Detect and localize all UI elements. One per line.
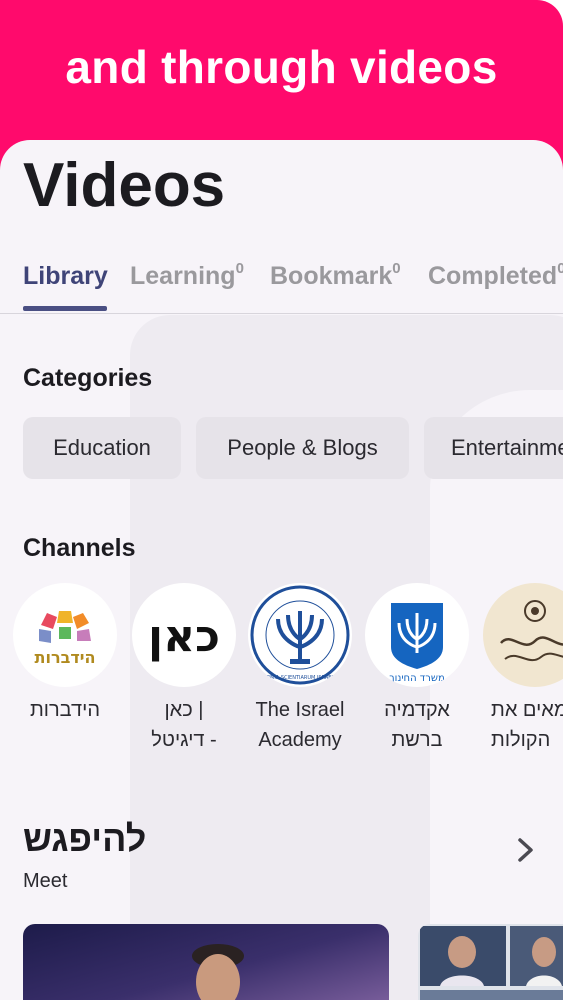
channel-logo: כאן <box>132 583 236 687</box>
ministry-emblem-icon: משרד החינוך <box>389 603 445 684</box>
tab-learning[interactable]: Learning0 <box>130 260 244 291</box>
divider <box>0 313 563 314</box>
categories-title: Categories <box>23 364 153 392</box>
tab-count: 0 <box>392 260 401 277</box>
hidabroot-logo-icon: הידברות <box>35 611 96 667</box>
channel-logo <box>483 583 563 687</box>
academy-logo-text: ACADEMIA SCIENTIARUM ISRAELITICA <box>253 675 348 681</box>
chevron-right-icon[interactable] <box>510 835 540 865</box>
page-title: Videos <box>23 151 226 220</box>
category-chip-entertainment[interactable]: Entertainment <box>424 417 563 479</box>
kan-logo-text: כאן <box>148 611 220 662</box>
ministry-logo-text: משרד החינוך <box>389 673 445 684</box>
channel-name: The Israel Academy <box>255 699 345 751</box>
kan-logo-icon: כאן <box>148 611 220 662</box>
videos-screen: Videos Library Learning0 Bookmark0 Compl… <box>0 140 563 1000</box>
video-thumbnail[interactable] <box>418 924 563 1000</box>
channel-item[interactable]: הידברות הידברות <box>13 583 117 725</box>
section-title-meet: להיפגש <box>23 818 147 859</box>
tab-bookmark[interactable]: Bookmark0 <box>270 260 401 291</box>
channel-name: מאים את הקולות <box>491 699 563 751</box>
category-chip-people-blogs[interactable]: People & Blogs <box>196 417 409 479</box>
channel-item[interactable]: מאים את הקולות <box>483 583 563 755</box>
tab-library[interactable]: Library <box>23 262 108 291</box>
active-tab-indicator <box>23 306 107 311</box>
channel-name: אקדמיה ברשת <box>384 699 450 751</box>
channel-item[interactable]: משרד החינוך אקדמיה ברשת <box>365 583 469 755</box>
channel-name: הידברות <box>29 699 101 721</box>
ornament-logo-icon <box>500 600 563 662</box>
section-subtitle-meet: Meet <box>23 870 68 892</box>
channel-logo: הידברות <box>13 583 117 687</box>
banner-text: and through videos <box>65 41 498 93</box>
tab-bar: Library Learning0 Bookmark0 Completed0 <box>0 258 563 314</box>
channels-title: Channels <box>23 534 136 562</box>
tab-count: 0 <box>557 260 563 277</box>
channel-item[interactable]: ACADEMIA SCIENTIARUM ISRAELITICA The Isr… <box>248 583 352 755</box>
channel-item[interactable]: כאן כאן | דיגיטל - <box>132 583 236 755</box>
category-chip-education[interactable]: Education <box>23 417 181 479</box>
channel-logo: משרד החינוך <box>365 583 469 687</box>
hidabroot-logo-text: הידברות <box>35 648 96 667</box>
video-thumbnail[interactable] <box>23 924 389 1000</box>
tab-completed[interactable]: Completed0 <box>428 260 563 291</box>
tab-count: 0 <box>235 260 244 277</box>
channel-logo: ACADEMIA SCIENTIARUM ISRAELITICA <box>248 583 352 687</box>
channel-name: כאן | דיגיטל - <box>151 699 217 751</box>
academy-menorah-icon: ACADEMIA SCIENTIARUM ISRAELITICA <box>250 585 350 685</box>
